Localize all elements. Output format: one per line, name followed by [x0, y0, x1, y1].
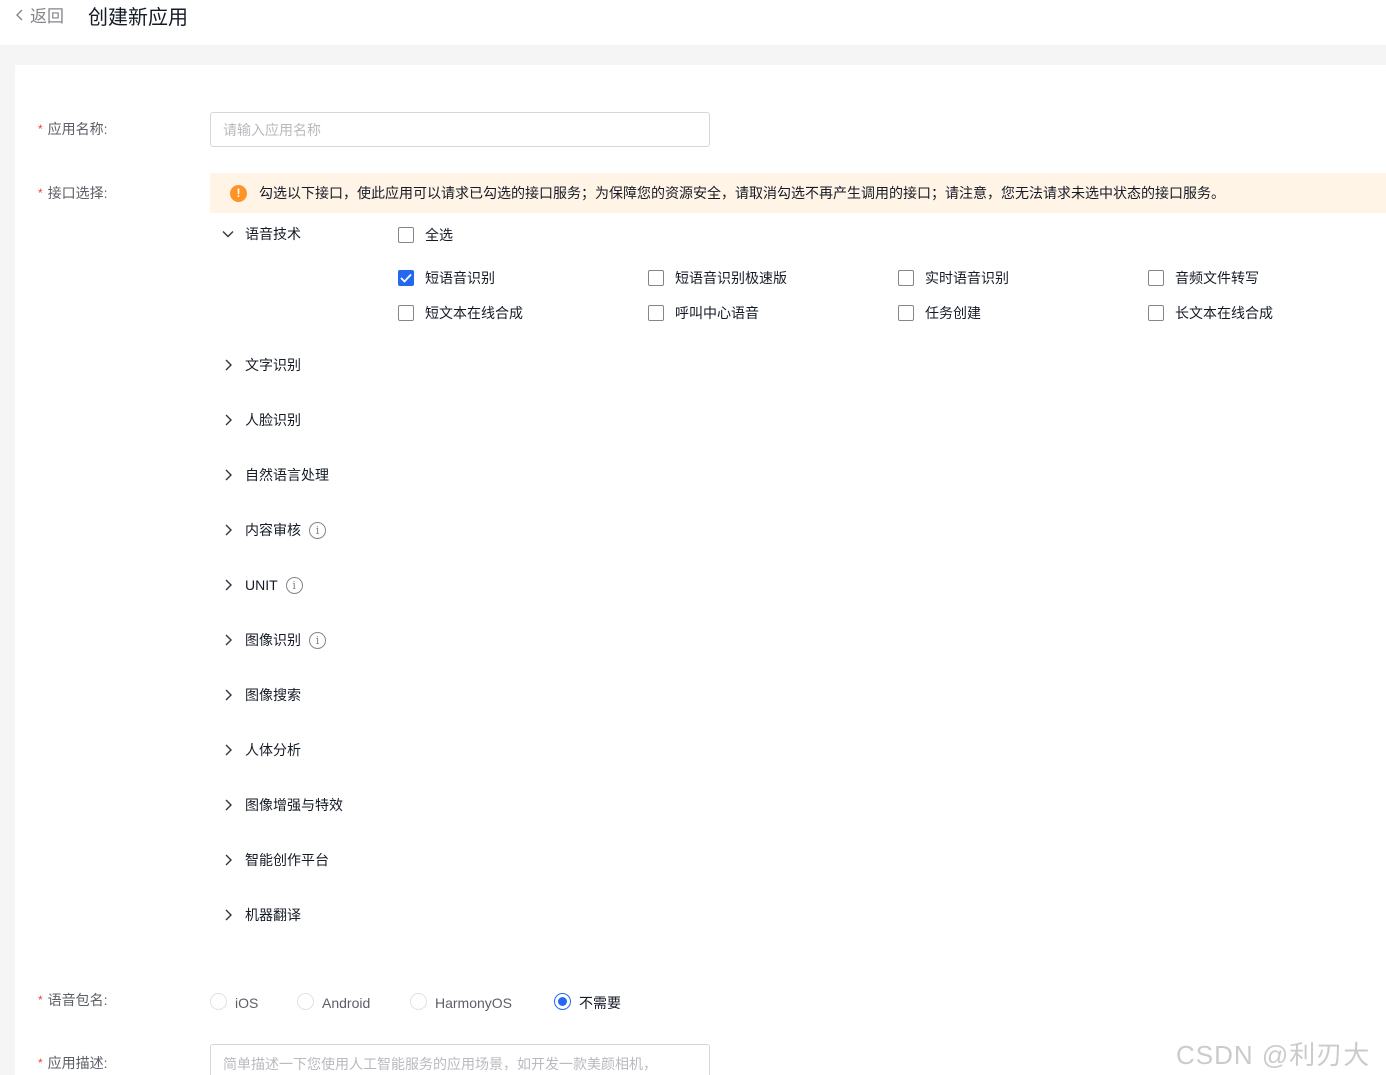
description-label: * 应用描述:	[38, 1055, 108, 1071]
category-label: 图像增强与特效	[245, 797, 343, 813]
category-item[interactable]: 人脸识别	[220, 410, 301, 430]
checkbox-label: 全选	[425, 227, 453, 243]
checkbox-box	[648, 305, 664, 321]
info-icon[interactable]: i	[309, 521, 326, 539]
speech-option-checkbox[interactable]: 呼叫中心语音	[648, 304, 759, 322]
checkbox-checked	[398, 270, 414, 286]
checkbox-label: 任务创建	[925, 305, 981, 321]
checkbox-label: 短文本在线合成	[425, 305, 523, 321]
package-radio[interactable]: 不需要	[554, 992, 621, 1013]
top-bar: 返回 创建新应用	[0, 0, 1386, 45]
radio-circle	[554, 992, 571, 1010]
checkbox-box	[1148, 305, 1164, 321]
select-all-checkbox[interactable]: 全选	[398, 226, 453, 244]
category-label: 人脸识别	[245, 412, 301, 428]
chevron-right-icon	[220, 907, 236, 923]
package-label: * 语音包名:	[38, 992, 108, 1008]
package-radio[interactable]: Android	[297, 992, 371, 1013]
category-label: 语音技术	[245, 226, 301, 242]
category-item[interactable]: 机器翻译	[220, 905, 301, 925]
required-mark: *	[38, 1056, 43, 1070]
warning-icon: !	[230, 184, 247, 202]
page-title: 创建新应用	[88, 7, 188, 29]
chevron-right-icon	[220, 797, 236, 813]
checkbox-box	[1148, 270, 1164, 286]
notice-text: 勾选以下接口，使此应用可以请求已勾选的接口服务；为保障您的资源安全，请取消勾选不…	[259, 185, 1225, 201]
chevron-down-icon	[220, 226, 236, 242]
chevron-right-icon	[220, 522, 236, 538]
speech-option-checkbox[interactable]: 实时语音识别	[898, 269, 1009, 287]
category-label: 机器翻译	[245, 907, 301, 923]
category-label: 图像识别	[245, 632, 301, 648]
category-item[interactable]: 文字识别	[220, 355, 301, 375]
radio-circle	[410, 992, 427, 1010]
category-speech[interactable]: 语音技术	[220, 224, 301, 244]
required-mark: *	[38, 993, 43, 1007]
category-label: 内容审核	[245, 522, 301, 538]
category-label: 人体分析	[245, 742, 301, 758]
checkbox-box	[648, 270, 664, 286]
checkbox-label: 音频文件转写	[1175, 270, 1259, 286]
chevron-right-icon	[220, 577, 236, 593]
checkbox-label: 呼叫中心语音	[675, 305, 759, 321]
checkmark-icon	[400, 273, 412, 283]
info-icon[interactable]: i	[285, 576, 303, 594]
checkbox-label: 短语音识别	[425, 270, 495, 286]
category-label: UNIT	[245, 577, 278, 593]
radio-circle	[210, 992, 227, 1010]
speech-option-checkbox[interactable]: 长文本在线合成	[1148, 304, 1273, 322]
api-notice: ! 勾选以下接口，使此应用可以请求已勾选的接口服务；为保障您的资源安全，请取消勾…	[210, 173, 1386, 213]
speech-option-checkbox[interactable]: 任务创建	[898, 304, 981, 322]
checkbox-label: 短语音识别极速版	[675, 270, 787, 286]
category-item[interactable]: 图像识别 i	[220, 630, 326, 650]
package-radio[interactable]: HarmonyOS	[410, 992, 513, 1013]
radio-label: 不需要	[579, 995, 621, 1011]
speech-option-checkbox[interactable]: 音频文件转写	[1148, 269, 1259, 287]
required-mark: *	[38, 122, 43, 136]
checkbox-box	[398, 227, 414, 243]
category-item[interactable]: 智能创作平台	[220, 850, 329, 870]
chevron-right-icon	[220, 742, 236, 758]
radio-circle	[297, 992, 314, 1010]
speech-option-checkbox[interactable]: 短文本在线合成	[398, 304, 523, 322]
chevron-right-icon	[220, 852, 236, 868]
checkbox-box	[898, 305, 914, 321]
category-item[interactable]: 图像搜索	[220, 685, 301, 705]
checkbox-box	[898, 270, 914, 286]
chevron-right-icon	[220, 357, 236, 373]
speech-option-checkbox[interactable]: 短语音识别极速版	[648, 269, 787, 287]
app-name-label: * 应用名称:	[38, 121, 108, 137]
radio-label: HarmonyOS	[435, 995, 513, 1011]
chevron-right-icon	[220, 412, 236, 428]
category-item[interactable]: UNIT i	[220, 575, 303, 595]
api-select-label: * 接口选择:	[38, 185, 108, 201]
category-item[interactable]: 自然语言处理	[220, 465, 329, 485]
chevron-right-icon	[220, 467, 236, 483]
required-mark: *	[38, 186, 43, 200]
description-input[interactable]	[210, 1044, 710, 1075]
chevron-right-icon	[220, 687, 236, 703]
category-item[interactable]: 图像增强与特效	[220, 795, 343, 815]
category-item[interactable]: 内容审核 i	[220, 520, 326, 540]
category-label: 文字识别	[245, 357, 301, 373]
back-label: 返回	[30, 7, 64, 26]
checkbox-label: 长文本在线合成	[1175, 305, 1273, 321]
package-radio[interactable]: iOS	[210, 992, 259, 1013]
watermark: CSDN @利刃大大	[1176, 1040, 1371, 1070]
radio-label: Android	[322, 995, 371, 1011]
chevron-left-icon	[16, 9, 23, 20]
speech-option-checkbox[interactable]: 短语音识别	[398, 269, 495, 287]
radio-label: iOS	[235, 995, 259, 1011]
chevron-right-icon	[220, 632, 236, 648]
back-button[interactable]: 返回	[14, 2, 64, 27]
category-item[interactable]: 人体分析	[220, 740, 301, 760]
category-label: 图像搜索	[245, 687, 301, 703]
category-label: 智能创作平台	[245, 852, 329, 868]
checkbox-box	[398, 305, 414, 321]
info-icon[interactable]: i	[309, 631, 326, 649]
category-label: 自然语言处理	[245, 467, 329, 483]
app-name-input[interactable]	[210, 112, 710, 147]
checkbox-label: 实时语音识别	[925, 270, 1009, 286]
